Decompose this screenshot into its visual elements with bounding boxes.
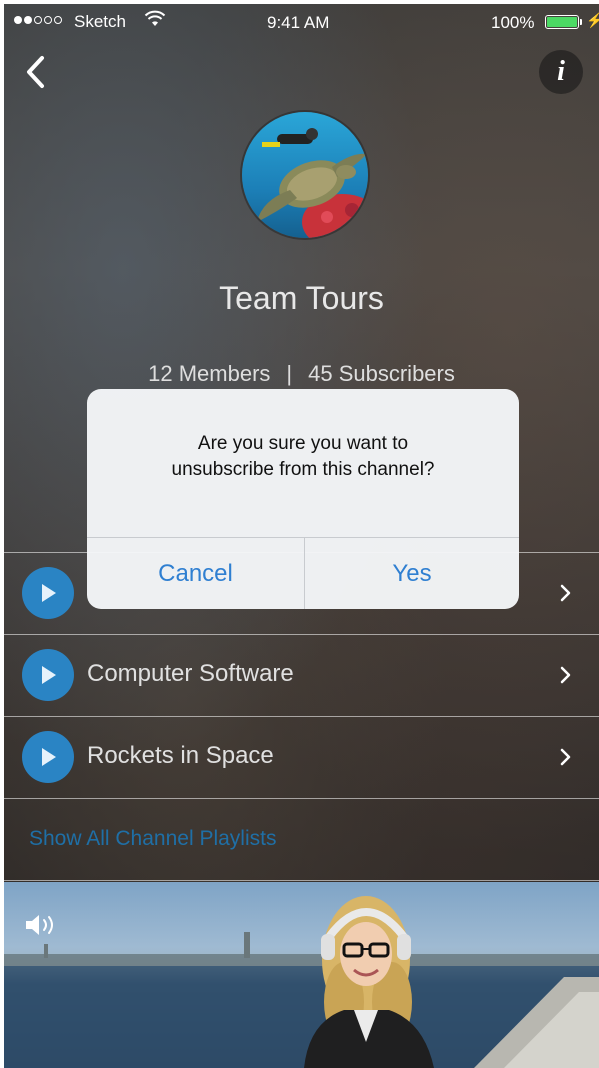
channel-avatar: [240, 110, 370, 240]
dialog-button-bar: Cancel Yes: [87, 537, 519, 609]
battery-icon: [545, 15, 579, 29]
dialog-message: Are you sure you want to unsubscribe fro…: [171, 433, 435, 480]
signal-strength-icon: [14, 16, 62, 24]
back-button[interactable]: [18, 52, 58, 92]
unsubscribe-dialog: Are you sure you want to unsubscribe fro…: [87, 389, 519, 609]
info-button[interactable]: i: [539, 50, 583, 94]
play-button[interactable]: [22, 649, 74, 701]
members-count: 12 Members: [148, 361, 271, 386]
status-bar: Sketch 9:41 AM 100% ⚡: [4, 4, 599, 42]
playlist-row[interactable]: Computer Software: [4, 634, 599, 714]
play-icon: [42, 666, 56, 684]
video-frame-image: [4, 896, 599, 1068]
channel-stats: 12 Members | 45 Subscribers: [4, 361, 599, 387]
playlist-title: Computer Software: [87, 660, 294, 687]
battery-tip: [580, 19, 582, 25]
charging-bolt-icon: ⚡: [586, 12, 599, 28]
cancel-button[interactable]: Cancel: [87, 538, 305, 609]
speaker-icon[interactable]: [24, 912, 64, 938]
status-time: 9:41 AM: [267, 13, 330, 32]
video-player[interactable]: [4, 882, 599, 1068]
stats-separator: |: [286, 361, 293, 386]
yes-button[interactable]: Yes: [305, 538, 519, 609]
chevron-right-icon: [560, 748, 571, 766]
play-button[interactable]: [22, 567, 74, 619]
battery-percentage: 100%: [491, 13, 535, 32]
subscribers-count: 45 Subscribers: [308, 361, 455, 386]
channel-title: Team Tours: [219, 280, 384, 316]
playlist-title: Rockets in Space: [87, 742, 274, 769]
carrier-name: Sketch: [74, 12, 126, 31]
wifi-icon: [144, 10, 166, 33]
show-all-playlists-link[interactable]: Show All Channel Playlists: [29, 827, 276, 851]
play-button[interactable]: [22, 731, 74, 783]
chevron-right-icon: [560, 666, 571, 684]
info-icon: i: [557, 56, 565, 87]
divider: [4, 880, 599, 881]
play-icon: [42, 584, 56, 602]
play-icon: [42, 748, 56, 766]
chevron-left-icon: [27, 56, 44, 88]
phone-screen: Sketch 9:41 AM 100% ⚡ i Team Tours 12 Me…: [4, 4, 599, 1068]
playlist-row[interactable]: Rockets in Space: [4, 716, 599, 796]
chevron-right-icon: [560, 584, 571, 602]
